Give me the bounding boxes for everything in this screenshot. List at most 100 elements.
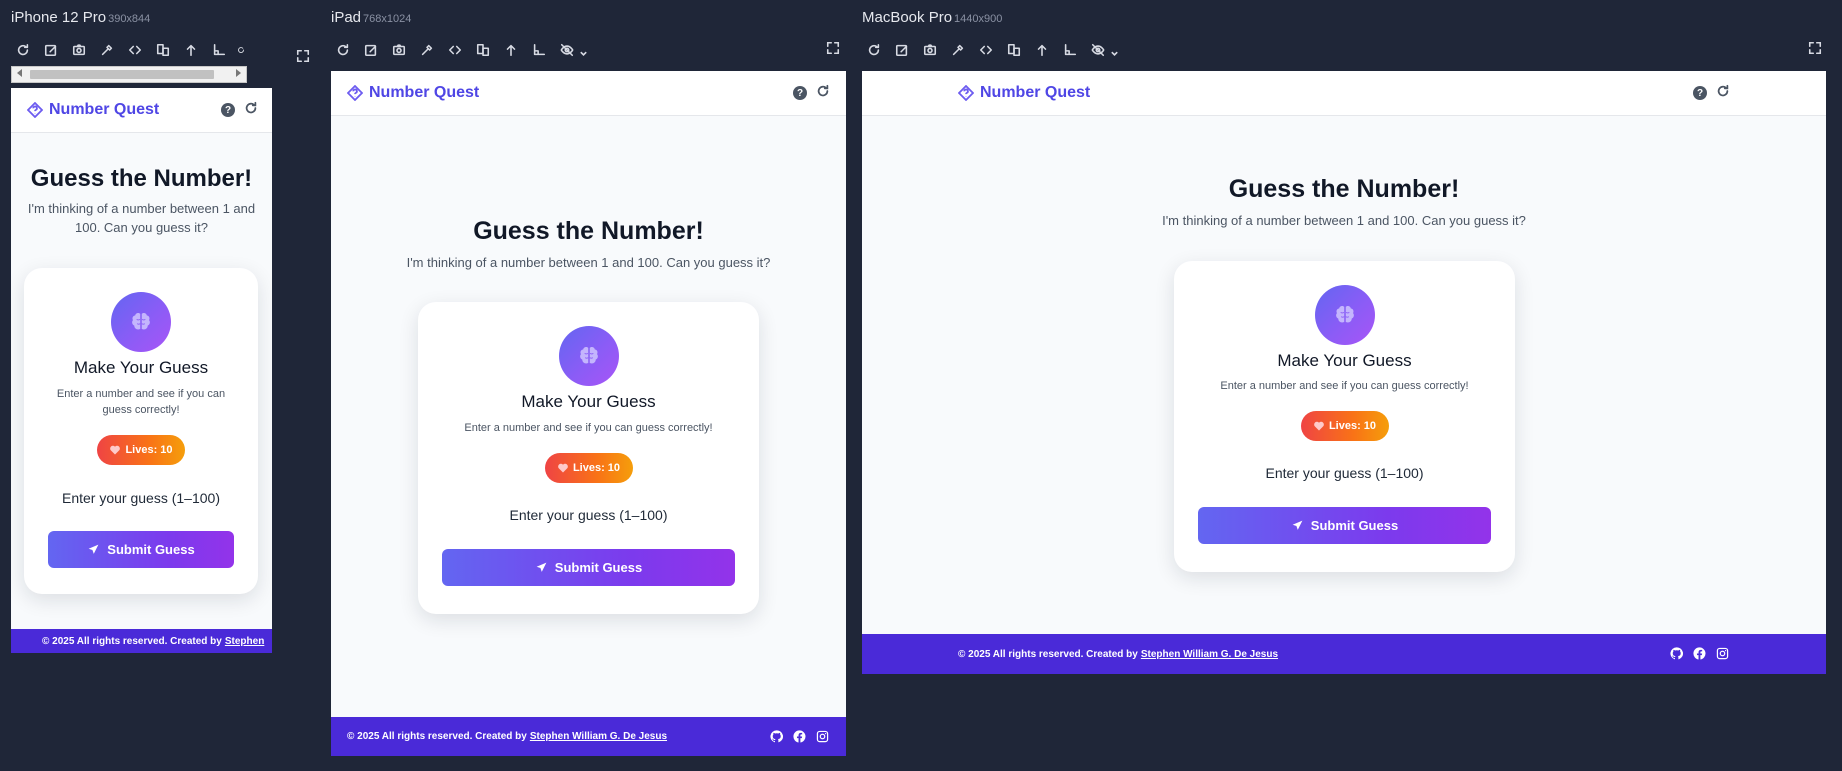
subtitle-line: 100. Can you guess it? [75, 220, 208, 235]
copyright-text: © 2025 All rights reserved. Created by [347, 731, 527, 742]
instagram-icon[interactable] [816, 730, 830, 744]
expand-icon[interactable] [296, 49, 312, 65]
send-icon [1292, 520, 1303, 530]
submit-label: Submit Guess [107, 542, 195, 557]
help-icon[interactable]: ? [221, 103, 235, 117]
card-title: Make Your Guess [1277, 351, 1412, 370]
social-links [1661, 634, 1730, 674]
device-dims: 390x844 [108, 13, 151, 25]
macbook-viewport: Number Quest ? Guess the Number! I'm thi… [862, 71, 1826, 674]
eye-off-icon[interactable] [557, 40, 577, 60]
chevron-down-icon[interactable] [1110, 45, 1120, 56]
navbar: Number Quest ? [11, 88, 272, 133]
subtitle-line: I'm thinking of a number between 1 and [27, 201, 256, 216]
facebook-icon[interactable] [1693, 647, 1707, 661]
page-title: Guess the Number! [30, 165, 253, 192]
copyright-text: © 2025 All rights reserved. Created by [42, 635, 222, 647]
camera-icon[interactable] [920, 40, 940, 60]
card-title: Make Your Guess [521, 392, 656, 411]
page-subtitle: I'm thinking of a number between 1 and 1… [1162, 213, 1526, 228]
heart-icon [558, 463, 568, 473]
author-link[interactable]: Stephen William G. De Jesus [1141, 649, 1278, 660]
code-icon[interactable] [445, 40, 465, 60]
restart-icon[interactable] [1716, 84, 1730, 103]
eyedropper-icon[interactable] [948, 40, 968, 60]
arrow-up-icon[interactable] [181, 40, 201, 60]
expand-icon[interactable] [1808, 41, 1824, 57]
horizontal-scrollbar[interactable] [11, 66, 247, 83]
help-icon[interactable]: ? [793, 86, 807, 100]
author-link[interactable]: Stephen William G. De Jesus [530, 731, 667, 742]
restart-icon[interactable] [816, 84, 830, 103]
ruler-icon[interactable] [1060, 40, 1080, 60]
scroll-left-arrow[interactable] [17, 69, 22, 77]
brand-link[interactable]: Number Quest [958, 71, 1090, 115]
device-label: iPhone 12 Pro 390x844 [11, 9, 150, 26]
camera-icon[interactable] [389, 40, 409, 60]
github-icon[interactable] [1670, 647, 1684, 661]
instagram-icon[interactable] [1716, 647, 1730, 661]
footer-copyright: © 2025 All rights reserved. Created by S… [958, 634, 1278, 674]
eye-off-icon[interactable] [1088, 40, 1108, 60]
brain-icon [111, 292, 171, 352]
ruler-icon[interactable] [529, 40, 549, 60]
scrollbar-thumb[interactable] [30, 70, 214, 79]
refresh-icon[interactable] [864, 40, 884, 60]
card-title: Make Your Guess [73, 358, 209, 377]
device-dims: 768x1024 [363, 13, 412, 25]
author-link[interactable]: Stephen [225, 636, 264, 647]
chevron-down-icon[interactable] [579, 45, 589, 56]
guess-card: Make Your Guess Enter a number and see i… [1174, 261, 1515, 572]
submit-guess-button[interactable]: Submit Guess [442, 549, 735, 586]
submit-guess-button[interactable]: Submit Guess [48, 531, 234, 568]
edit-screenshot-icon[interactable] [361, 40, 381, 60]
camera-icon[interactable] [69, 40, 89, 60]
iphone-viewport: Number Quest ? Guess the Number! I'm thi… [11, 88, 272, 653]
submit-label: Submit Guess [554, 560, 643, 575]
page-title: Guess the Number! [1228, 175, 1460, 203]
refresh-icon[interactable] [13, 40, 33, 60]
footer-copyright: © 2025 All rights reserved. Created by S… [347, 717, 667, 756]
brand-name: Number Quest [369, 84, 480, 101]
layout-icon[interactable] [1004, 40, 1024, 60]
submit-guess-button[interactable]: Submit Guess [1198, 507, 1491, 544]
eyedropper-icon[interactable] [97, 40, 117, 60]
ruler-icon[interactable] [209, 40, 229, 60]
guess-input-prompt[interactable]: Enter your guess (1–100) [1174, 465, 1515, 481]
refresh-icon[interactable] [237, 40, 245, 60]
edit-screenshot-icon[interactable] [892, 40, 912, 60]
page-title: Guess the Number! [473, 217, 704, 245]
restart-icon[interactable] [244, 101, 258, 120]
arrow-up-icon[interactable] [501, 40, 521, 60]
brand-link[interactable]: Number Quest [27, 88, 159, 132]
guess-input-prompt[interactable]: Enter your guess (1–100) [418, 507, 759, 523]
device-toolbar [13, 40, 253, 60]
layout-icon[interactable] [153, 40, 173, 60]
heart-icon [110, 445, 121, 455]
edit-screenshot-icon[interactable] [41, 40, 61, 60]
ipad-viewport: Number Quest ? Guess the Number! I'm thi… [331, 71, 846, 756]
arrow-up-icon[interactable] [1032, 40, 1052, 60]
device-dims: 1440x900 [954, 13, 1003, 25]
navbar: Number Quest ? [862, 71, 1826, 116]
code-icon[interactable] [976, 40, 996, 60]
brand-link[interactable]: Number Quest [347, 71, 479, 115]
footer-copyright: © 2025 All rights reserved. Created by S… [42, 629, 264, 653]
eyedropper-icon[interactable] [417, 40, 437, 60]
layout-icon[interactable] [473, 40, 493, 60]
refresh-icon[interactable] [333, 40, 353, 60]
brain-icon [1314, 285, 1375, 345]
guess-card: Make Your Guess Enter a number and see i… [24, 268, 258, 594]
github-icon[interactable] [770, 729, 784, 744]
guess-input-prompt[interactable]: Enter your guess (1–100) [24, 490, 258, 506]
description-line: Enter a number and see if you can [56, 388, 226, 400]
navbar: Number Quest ? [331, 71, 846, 116]
expand-icon[interactable] [826, 41, 842, 57]
send-icon [536, 562, 547, 572]
code-icon[interactable] [125, 40, 145, 60]
help-icon[interactable]: ? [1693, 86, 1707, 100]
footer: © 2025 All rights reserved. Created by S… [331, 717, 846, 756]
scroll-right-arrow[interactable] [236, 69, 241, 77]
facebook-icon[interactable] [793, 729, 807, 744]
logo-icon [958, 85, 974, 101]
